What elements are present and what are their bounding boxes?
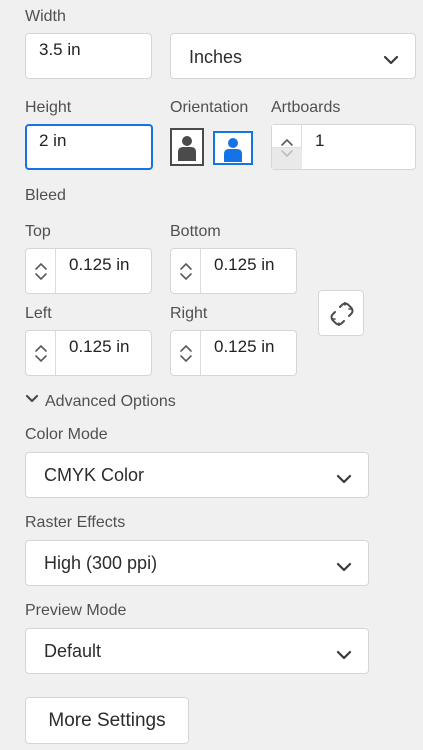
bleed-top-label: Top: [25, 223, 51, 240]
height-value: 2 in: [39, 131, 67, 150]
advanced-options-toggle[interactable]: Advanced Options: [25, 393, 176, 411]
width-value: 3.5 in: [39, 40, 81, 59]
color-mode-select[interactable]: CMYK Color: [25, 452, 369, 498]
raster-effects-value: High (300 ppi): [44, 553, 158, 573]
bleed-left-arrows[interactable]: [26, 331, 56, 375]
portrait-button[interactable]: [170, 128, 204, 166]
width-label: Width: [25, 8, 66, 25]
preview-mode-select[interactable]: Default: [25, 628, 369, 674]
artboards-arrows[interactable]: [272, 125, 302, 169]
bleed-label: Bleed: [25, 187, 66, 204]
units-select[interactable]: Inches: [170, 33, 416, 79]
artboards-label: Artboards: [271, 99, 341, 116]
height-input[interactable]: 2 in: [25, 124, 153, 170]
chevron-down-icon: [336, 556, 352, 577]
chevron-down-icon[interactable]: [179, 348, 193, 368]
units-value: Inches: [189, 47, 243, 67]
color-mode-label: Color Mode: [25, 426, 108, 443]
bleed-top-arrows[interactable]: [26, 249, 56, 293]
bleed-right-value: 0.125 in: [214, 337, 275, 356]
unlink-bleed-button[interactable]: [318, 290, 364, 336]
raster-effects-label: Raster Effects: [25, 514, 126, 531]
bleed-bottom-arrows[interactable]: [171, 249, 201, 293]
bleed-top-stepper[interactable]: 0.125 in: [25, 248, 152, 294]
bleed-top-value: 0.125 in: [69, 255, 130, 274]
raster-effects-select[interactable]: High (300 ppi): [25, 540, 369, 586]
chevron-down-icon[interactable]: [179, 266, 193, 286]
artboards-value: 1: [315, 131, 325, 150]
color-mode-value: CMYK Color: [44, 465, 145, 485]
landscape-button[interactable]: [213, 131, 253, 165]
orientation-label: Orientation: [170, 99, 249, 116]
height-label: Height: [25, 99, 72, 116]
chevron-down-icon[interactable]: [34, 266, 48, 286]
chevron-down-icon: [383, 49, 399, 70]
chevron-down-icon: [336, 644, 352, 665]
bleed-right-stepper[interactable]: 0.125 in: [170, 330, 297, 376]
bleed-bottom-label: Bottom: [170, 223, 221, 240]
preview-mode-value: Default: [44, 641, 102, 661]
portrait-person-icon: [175, 133, 199, 166]
bleed-left-stepper[interactable]: 0.125 in: [25, 330, 152, 376]
bleed-bottom-stepper[interactable]: 0.125 in: [170, 248, 297, 294]
landscape-person-icon: [222, 136, 244, 167]
chevron-down-icon[interactable]: [280, 143, 294, 163]
width-input[interactable]: 3.5 in: [25, 33, 152, 79]
more-settings-button[interactable]: More Settings: [25, 697, 189, 744]
chevron-down-icon: [336, 468, 352, 489]
advanced-options-label: Advanced Options: [45, 393, 176, 410]
chevron-down-icon[interactable]: [34, 348, 48, 368]
bleed-bottom-value: 0.125 in: [214, 255, 275, 274]
bleed-left-label: Left: [25, 305, 52, 322]
bleed-left-value: 0.125 in: [69, 337, 130, 356]
artboards-stepper[interactable]: 1: [271, 124, 416, 170]
broken-link-icon: [330, 301, 354, 331]
chevron-down-icon: [25, 391, 39, 409]
preview-mode-label: Preview Mode: [25, 602, 127, 619]
bleed-right-arrows[interactable]: [171, 331, 201, 375]
bleed-right-label: Right: [170, 305, 208, 322]
